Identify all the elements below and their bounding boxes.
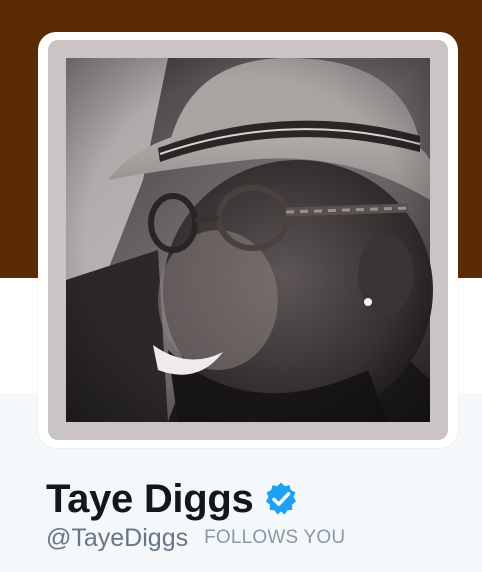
avatar-image xyxy=(48,40,448,440)
profile-name-row: Taye Diggs xyxy=(46,474,299,524)
follows-you-badge: FOLLOWS YOU xyxy=(204,527,346,548)
avatar-photo xyxy=(48,40,448,440)
profile-screen-name[interactable]: @TayeDiggs xyxy=(46,523,188,553)
verified-badge-icon xyxy=(263,481,299,517)
profile-handle-row: @TayeDiggs FOLLOWS YOU xyxy=(46,523,345,553)
profile-avatar[interactable] xyxy=(38,32,458,448)
profile-display-name[interactable]: Taye Diggs xyxy=(46,474,254,524)
